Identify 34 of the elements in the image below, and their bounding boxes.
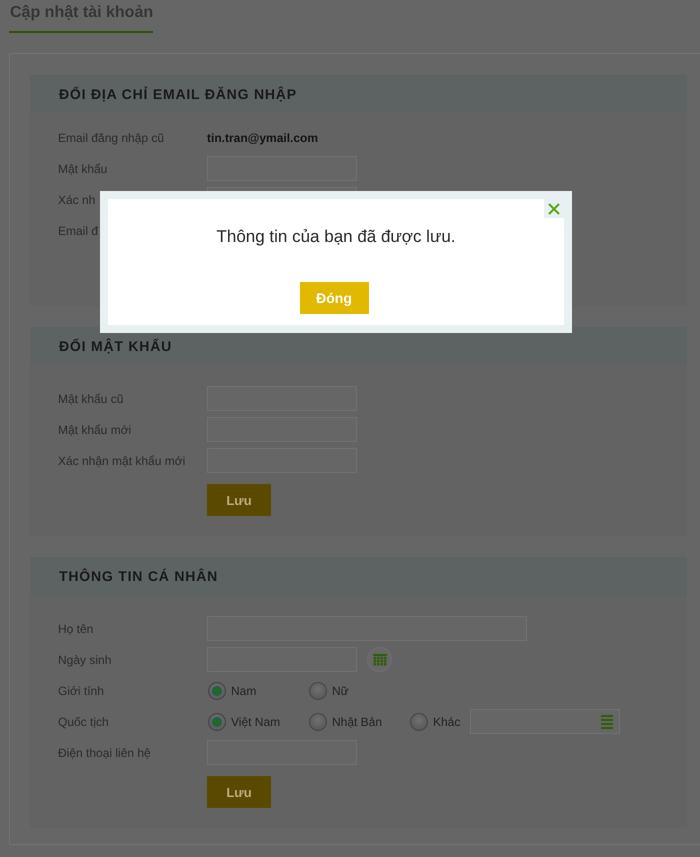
field-label: Giới tính (58, 684, 104, 698)
list-icon (601, 714, 613, 728)
field-label: Email đ (58, 224, 98, 238)
radio-button[interactable] (410, 712, 428, 730)
radio-label[interactable]: Khác (433, 714, 460, 728)
radio-button[interactable] (208, 682, 226, 700)
email-value: tin.tran@ymail.com (207, 130, 318, 144)
calendar-button[interactable] (367, 647, 392, 672)
calendar-icon (372, 654, 386, 666)
save-button[interactable]: Lưu (207, 776, 271, 808)
radio-label[interactable]: Nam (231, 684, 256, 698)
dialog-message: Thông tin của bạn đã được lưu. (216, 227, 456, 247)
field-label: Xác nh (58, 192, 96, 206)
field-label: Quốc tịch (58, 714, 109, 728)
radio-label[interactable]: Nữ (332, 684, 349, 698)
field-label: Mật khẩu mới (58, 422, 132, 436)
radio-button[interactable] (309, 712, 327, 730)
close-dialog-button[interactable]: Đóng (300, 282, 368, 314)
close-icon (548, 202, 560, 214)
field-label: Mật khẩu (58, 162, 108, 176)
field-label: Xác nhận mật khẩu mới (58, 454, 186, 468)
save-button[interactable]: Lưu (207, 484, 271, 516)
field-label: Họ tên (58, 622, 94, 636)
radio-button[interactable] (309, 682, 327, 700)
radio-label[interactable]: Việt Nam (231, 714, 280, 728)
radio-label[interactable]: Nhật Bản (332, 714, 382, 728)
section-header: THÔNG TIN CÁ NHÂN (30, 557, 687, 595)
field-label: Ngày sinh (58, 652, 112, 666)
field-label: Điện thoại liên hệ (58, 746, 151, 760)
field-label: Mật khẩu cũ (58, 392, 124, 406)
section-header: ĐỔI ĐỊA CHỈ EMAIL ĐĂNG NHẬP (30, 75, 687, 113)
field-label: Email đăng nhập cũ (58, 130, 164, 144)
dropdown-field[interactable] (470, 709, 620, 734)
radio-button[interactable] (208, 712, 226, 730)
